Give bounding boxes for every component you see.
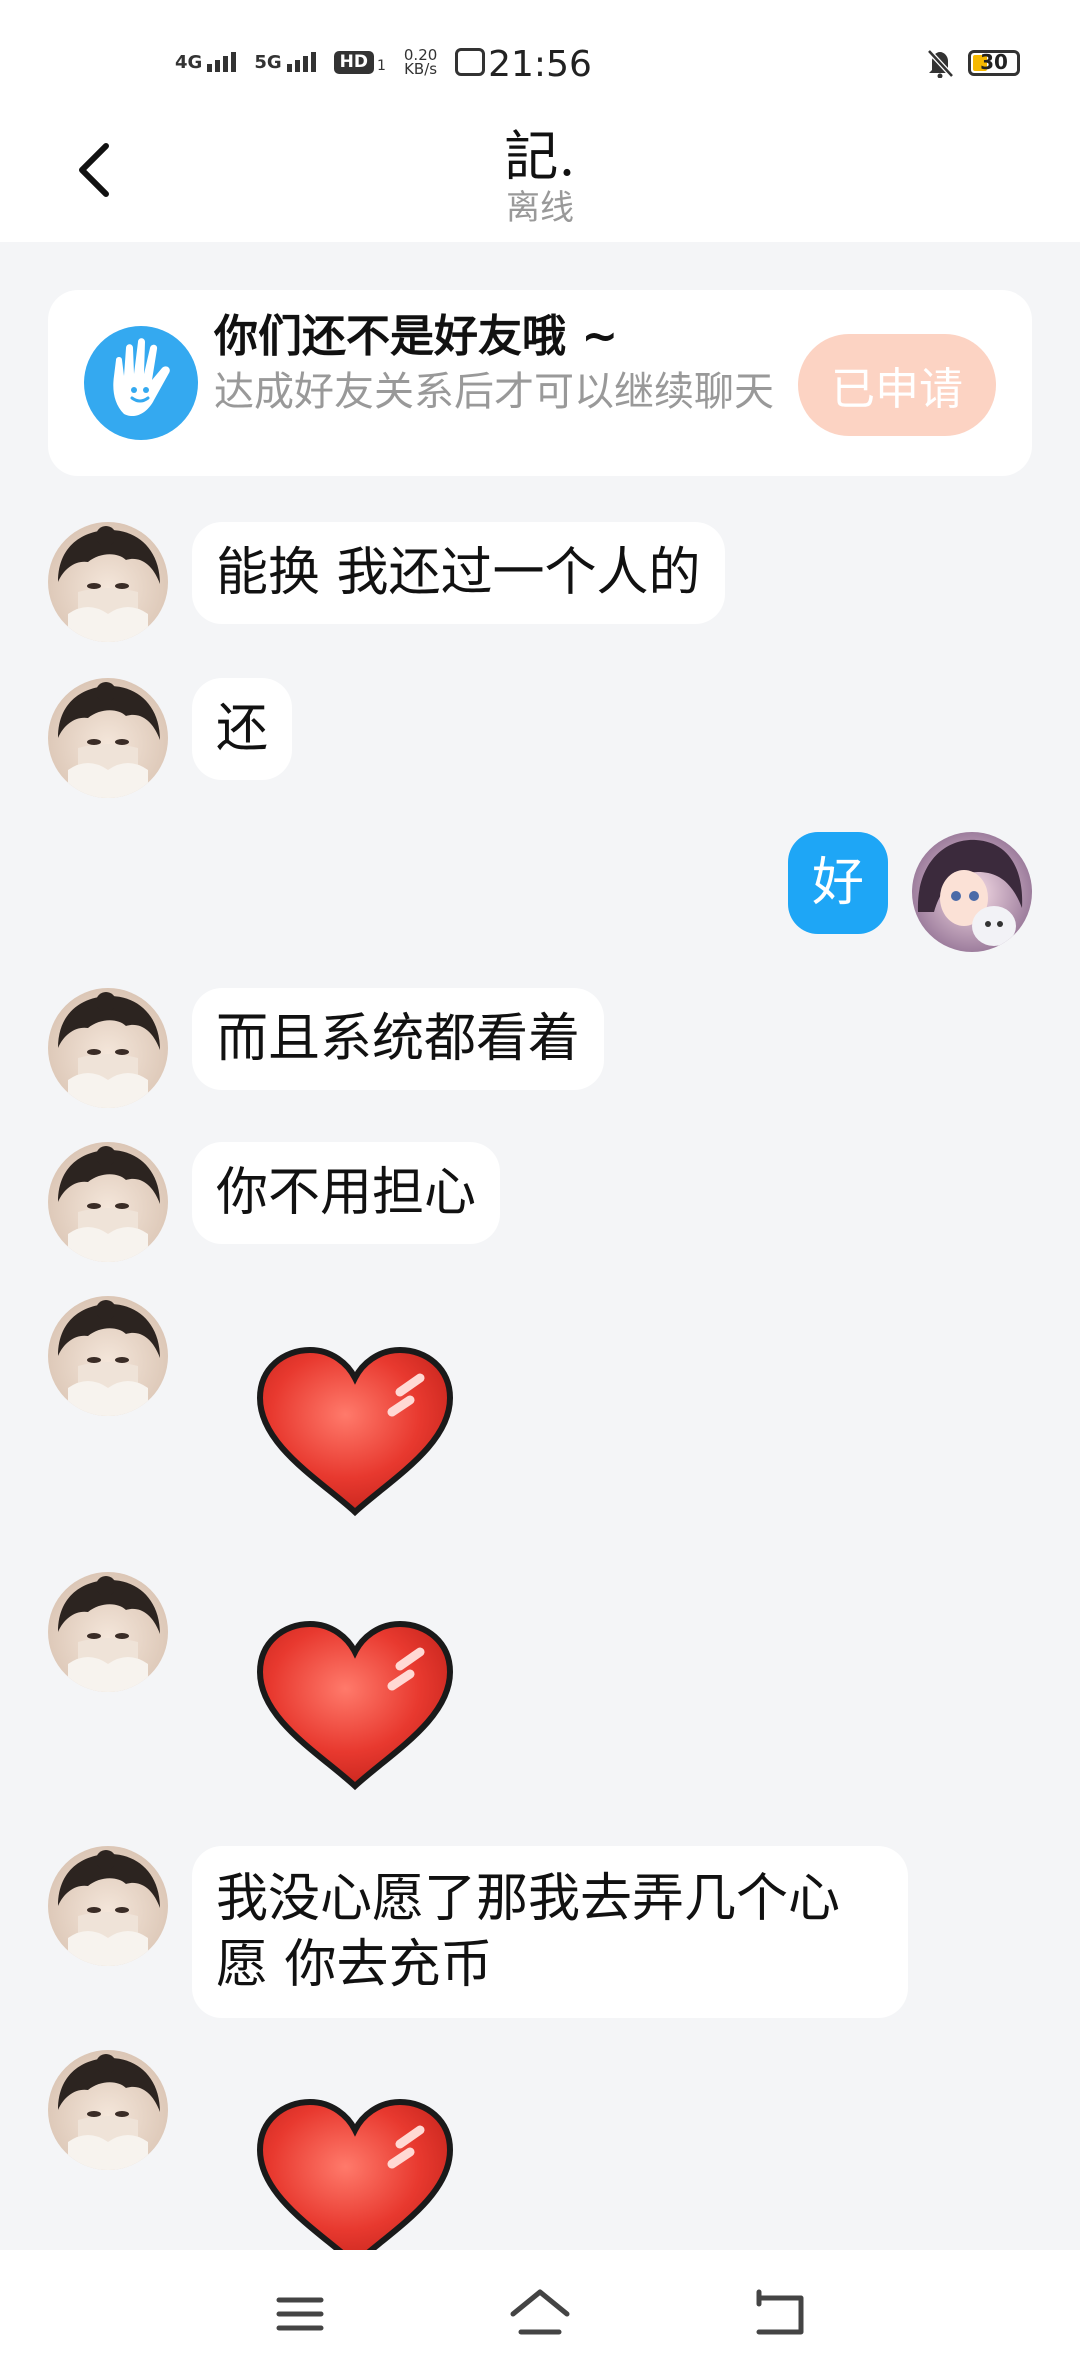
battery-level: 30 (980, 50, 1008, 74)
message-bubble[interactable]: 我没心愿了那我去弄几个心愿 你去充币 (192, 1846, 908, 2018)
message-bubble[interactable]: 还 (192, 678, 293, 780)
avatar[interactable] (48, 1572, 168, 1692)
avatar[interactable] (48, 2050, 168, 2170)
avatar[interactable] (48, 1296, 168, 1416)
clock: 21:56 (488, 44, 592, 85)
back-nav-icon[interactable] (745, 2282, 815, 2346)
status-right: 30 (926, 48, 1020, 78)
status-bar: 4G 5G HD 1 0.20 KB/s 21:56 30 (0, 0, 1080, 110)
battery-icon: 30 (968, 50, 1020, 76)
heart-sticker-icon[interactable] (250, 1340, 460, 1520)
avatar[interactable] (48, 1142, 168, 1262)
message-bubble-mine[interactable]: 好 (787, 832, 888, 934)
system-nav-bar (0, 2250, 1080, 2376)
not-friends-banner: 你们还不是好友哦 ~ 达成好友关系后才可以继续聊天 已申请 (48, 290, 1032, 476)
message-bubble[interactable]: 而且系统都看着 (192, 988, 605, 1090)
message-bubble[interactable]: 你不用担心 (192, 1142, 501, 1244)
contact-status: 离线 (506, 188, 574, 228)
menu-icon[interactable] (265, 2282, 335, 2346)
applied-button[interactable]: 已申请 (798, 334, 996, 436)
bell-muted-icon (927, 49, 954, 78)
avatar[interactable] (912, 832, 1032, 952)
avatar[interactable] (48, 1846, 168, 1966)
message-bubble[interactable]: 能换 我还过一个人的 (192, 522, 725, 624)
hand-wave-icon (84, 326, 198, 440)
banner-title: 你们还不是好友哦 ~ (214, 311, 619, 362)
avatar[interactable] (48, 522, 168, 642)
heart-sticker-icon[interactable] (250, 1614, 460, 1794)
heart-sticker-icon[interactable] (250, 2092, 460, 2272)
avatar[interactable] (48, 678, 168, 798)
banner-description: 达成好友关系后才可以继续聊天 (214, 369, 774, 415)
chat-header: 記. 离线 (0, 110, 1080, 242)
avatar[interactable] (48, 988, 168, 1108)
home-icon[interactable] (505, 2282, 575, 2346)
